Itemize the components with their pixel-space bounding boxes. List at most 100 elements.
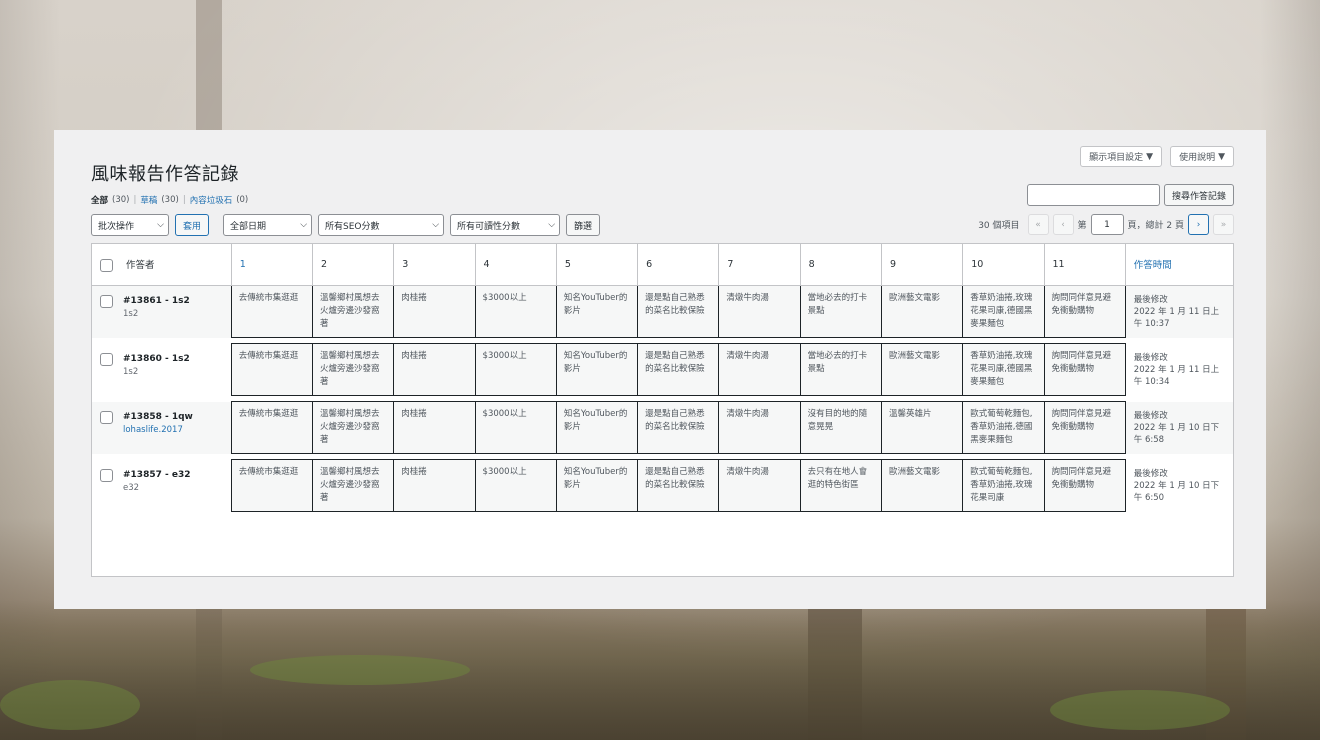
select-all-checkbox[interactable] bbox=[100, 258, 113, 272]
answer-cell-q3: 肉桂捲 bbox=[393, 459, 476, 512]
row-checkbox[interactable] bbox=[100, 410, 113, 424]
answer-cell-q10: 歐式葡萄乾麵包,香草奶油捲,玫瑰花果司康 bbox=[962, 459, 1045, 512]
time-cell: 最後修改 2022 年 1 月 11 日上午 10:34 bbox=[1125, 344, 1233, 396]
answer-cell-q8: 當地必去的打卡景點 bbox=[799, 284, 882, 338]
date-filter-select[interactable]: 全部日期 ⌵ bbox=[223, 214, 313, 236]
answer-cell-q6: 還是點自己熟悉的菜名比較保險 bbox=[637, 343, 720, 396]
table-row: #13861 - 1s2 1s2 去傳統市集逛逛 溫馨鄉村風想去火爐旁邊沙發窩著 肉桂捲… bbox=[92, 284, 1233, 338]
filter-draft-count: (30) bbox=[161, 195, 179, 205]
filter-all[interactable]: 全部 bbox=[91, 194, 108, 206]
answer-cell-q9: 溫馨英雄片 bbox=[880, 401, 964, 454]
apply-button[interactable]: 套用 bbox=[175, 214, 210, 236]
response-id-link[interactable]: #13860 - 1s2 bbox=[123, 353, 190, 366]
answer-cell-q2: 溫馨鄉村風想去火爐旁邊沙發窩著 bbox=[311, 401, 395, 454]
respondent-name: e32 bbox=[123, 482, 140, 493]
time-cell: 最後修改 2022 年 1 月 10 日下午 6:58 bbox=[1125, 401, 1233, 454]
chevron-down-icon: ⌵ bbox=[300, 220, 308, 230]
answer-cell-q11: 詢問同伴意見避免衝動購物 bbox=[1043, 401, 1126, 454]
row-checkbox[interactable] bbox=[100, 468, 113, 482]
table-row: #13860 - 1s2 1s2 去傳統市集逛逛 溫馨鄉村風想去火爐旁邊沙發窩著 肉桂捲… bbox=[92, 343, 1233, 396]
answer-cell-q7: 清燉牛肉湯 bbox=[718, 284, 801, 338]
filter-button[interactable]: 篩選 bbox=[566, 214, 601, 236]
help-label: 使用說明 bbox=[1179, 153, 1216, 163]
search-submit-button[interactable]: 搜尋作答記錄 bbox=[1163, 184, 1234, 206]
caret-down-icon: ▼ bbox=[1218, 151, 1225, 162]
next-page-button[interactable]: › bbox=[1188, 214, 1209, 235]
author-cell: #13861 - 1s2 1s2 bbox=[92, 285, 232, 338]
answer-cell-q2: 溫馨鄉村風想去火爐旁邊沙發窩著 bbox=[311, 284, 395, 338]
answer-cell-q1: 去傳統市集逛逛 bbox=[230, 401, 313, 454]
search-input[interactable] bbox=[1026, 184, 1160, 206]
last-page-button[interactable]: » bbox=[1213, 214, 1234, 235]
respondent-name: 1s2 bbox=[123, 366, 139, 377]
search-box: 搜尋作答記錄 bbox=[1026, 184, 1234, 206]
answer-cell-q3: 肉桂捲 bbox=[393, 401, 476, 454]
respondent-name[interactable]: lohaslife.2017 bbox=[123, 424, 193, 437]
answer-cell-q7: 清燉牛肉湯 bbox=[718, 459, 801, 512]
table-row: #13857 - e32 e32 去傳統市集逛逛 溫馨鄉村風想去火爐旁邊沙發窩著 肉桂捲… bbox=[92, 459, 1233, 512]
answer-cell-q10: 香草奶油捲,玫瑰花果司康,德國黑麥果麵包 bbox=[962, 284, 1045, 338]
prev-page-button[interactable]: ‹ bbox=[1052, 214, 1074, 235]
admin-panel: 顯示項目設定 ▼ 使用說明 ▼ 風味報告作答記錄 全部 (30) | 草稿 (3… bbox=[54, 130, 1266, 609]
answer-cell-q9: 歐洲藝文電影 bbox=[880, 284, 964, 338]
column-q4: 4 bbox=[474, 244, 557, 286]
answer-cell-q2: 溫馨鄉村風想去火爐旁邊沙發窩著 bbox=[311, 459, 395, 512]
page-suffix: 頁，總計 2 頁 bbox=[1127, 221, 1184, 231]
first-page-button[interactable]: « bbox=[1027, 214, 1049, 235]
screen-options-button[interactable]: 顯示項目設定 ▼ bbox=[1080, 146, 1163, 167]
answer-cell-q4: $3000以上 bbox=[474, 343, 557, 396]
answer-cell-q5: 知名YouTuber的影片 bbox=[555, 459, 639, 512]
row-checkbox[interactable] bbox=[100, 294, 113, 308]
respondent-name: 1s2 bbox=[123, 308, 139, 319]
column-q1[interactable]: 1 bbox=[230, 244, 313, 286]
response-id-link[interactable]: #13858 - 1qw bbox=[123, 411, 193, 424]
answer-cell-q5: 知名YouTuber的影片 bbox=[555, 343, 639, 396]
moss-patch bbox=[0, 680, 140, 730]
modified-time-line: 最後修改 bbox=[1133, 468, 1168, 479]
filter-trash[interactable]: 內容垃圾石 bbox=[190, 194, 233, 206]
current-page-input[interactable]: 1 bbox=[1090, 214, 1124, 235]
answer-cell-q6: 還是點自己熟悉的菜名比較保險 bbox=[637, 401, 720, 454]
answer-cell-q4: $3000以上 bbox=[474, 284, 557, 338]
answer-cell-q8: 當地必去的打卡景點 bbox=[799, 343, 882, 396]
help-button[interactable]: 使用說明 ▼ bbox=[1170, 146, 1234, 167]
bulk-action-select[interactable]: 批次操作 ⌵ bbox=[91, 214, 169, 236]
row-checkbox[interactable] bbox=[100, 352, 113, 366]
status-filter-links: 全部 (30) | 草稿 (30) | 內容垃圾石 (0) bbox=[91, 194, 248, 206]
response-id-link[interactable]: #13857 - e32 bbox=[123, 469, 190, 482]
modified-time-line: 2022 年 1 月 11 日上 bbox=[1133, 364, 1220, 375]
answer-cell-q3: 肉桂捲 bbox=[393, 343, 476, 396]
answer-cell-q10: 香草奶油捲,玫瑰花果司康,德國黑麥果麵包 bbox=[962, 343, 1045, 396]
answer-cell-q5: 知名YouTuber的影片 bbox=[555, 284, 639, 338]
moss-patch bbox=[250, 655, 470, 685]
modified-time-line: 2022 年 1 月 11 日上 bbox=[1133, 306, 1220, 317]
filter-draft[interactable]: 草稿 bbox=[140, 194, 157, 206]
column-author-label: 作答者 bbox=[126, 259, 155, 271]
column-q7: 7 bbox=[718, 244, 801, 286]
filter-all-count: (30) bbox=[112, 195, 130, 205]
modified-time-line: 午 6:50 bbox=[1133, 492, 1165, 503]
pagination: 30 個項目 « ‹ 第 1 頁，總計 2 頁 › » bbox=[978, 214, 1234, 235]
column-q11: 11 bbox=[1043, 244, 1126, 286]
modified-time-line: 2022 年 1 月 10 日下 bbox=[1133, 480, 1220, 491]
answer-cell-q1: 去傳統市集逛逛 bbox=[230, 459, 313, 512]
modified-time-line: 午 10:37 bbox=[1133, 318, 1170, 329]
author-cell: #13858 - 1qw lohaslife.2017 bbox=[92, 401, 232, 454]
readability-filter-label: 所有可讀性分數 bbox=[457, 221, 521, 232]
seo-filter-select[interactable]: 所有SEO分數 ⌵ bbox=[318, 214, 445, 236]
author-cell: #13860 - 1s2 1s2 bbox=[92, 344, 231, 396]
column-q3: 3 bbox=[393, 244, 476, 286]
response-id-link[interactable]: #13861 - 1s2 bbox=[123, 295, 190, 308]
seo-filter-label: 所有SEO分數 bbox=[325, 221, 380, 232]
chevron-down-icon: ⌵ bbox=[548, 220, 556, 230]
modified-time-line: 午 6:58 bbox=[1133, 434, 1165, 445]
modified-time-line: 午 10:34 bbox=[1133, 376, 1170, 387]
chevron-down-icon: ⌵ bbox=[157, 220, 164, 230]
answer-cell-q7: 清燉牛肉湯 bbox=[718, 401, 801, 454]
column-time[interactable]: 作答時間 bbox=[1124, 244, 1233, 286]
readability-filter-select[interactable]: 所有可讀性分數 ⌵ bbox=[450, 214, 561, 236]
filter-trash-count: (0) bbox=[236, 195, 249, 205]
answer-cell-q7: 清燉牛肉湯 bbox=[718, 343, 801, 396]
bulk-action-label: 批次操作 bbox=[98, 221, 135, 232]
column-q2: 2 bbox=[311, 244, 394, 286]
